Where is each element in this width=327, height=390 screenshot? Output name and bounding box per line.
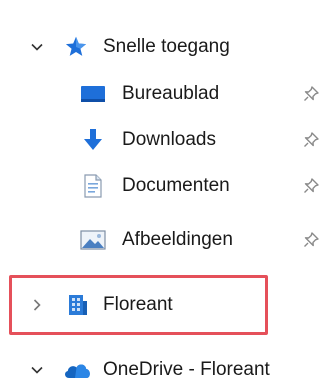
chevron-right-icon[interactable] <box>28 296 46 314</box>
chevron-down-icon[interactable] <box>28 361 46 379</box>
tree-item-label: Afbeeldingen <box>122 229 233 250</box>
desktop-icon <box>78 81 108 107</box>
cloud-icon <box>62 357 92 383</box>
tree-item-label: Snelle toegang <box>103 36 230 57</box>
download-arrow-icon <box>78 127 108 153</box>
chevron-down-icon[interactable] <box>28 38 46 56</box>
tree-item-desktop[interactable]: Bureaublad <box>0 74 327 114</box>
tree-item-label: Documenten <box>122 175 230 196</box>
tree-item-label: Floreant <box>103 294 173 315</box>
building-icon <box>62 292 92 318</box>
pin-icon[interactable] <box>302 177 320 195</box>
document-icon <box>78 173 108 199</box>
pin-icon[interactable] <box>302 131 320 149</box>
tree-item-downloads[interactable]: Downloads <box>0 120 327 160</box>
tree-item-onedrive[interactable]: OneDrive - Floreant <box>0 350 327 390</box>
pin-icon[interactable] <box>302 231 320 249</box>
tree-item-documents[interactable]: Documenten <box>0 166 327 206</box>
tree-item-label: Downloads <box>122 129 216 150</box>
tree-item-floreant[interactable]: Floreant <box>0 285 327 325</box>
tree-item-label: OneDrive - Floreant <box>103 359 270 380</box>
star-icon <box>61 34 91 60</box>
tree-item-label: Bureaublad <box>122 83 220 104</box>
navigation-pane: Snelle toegang Bureaublad Downloads Docu… <box>0 0 327 387</box>
tree-item-quick-access[interactable]: Snelle toegang <box>0 27 327 67</box>
pin-icon[interactable] <box>302 85 320 103</box>
tree-item-pictures[interactable]: Afbeeldingen <box>0 220 327 260</box>
pictures-icon <box>78 227 108 253</box>
